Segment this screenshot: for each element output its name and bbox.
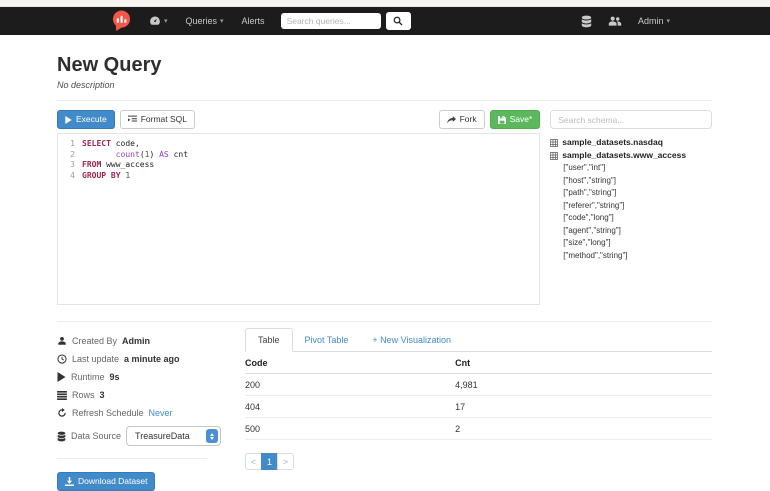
data-source-value: TreasureData (135, 431, 190, 441)
table-row: 2004,981 (245, 374, 712, 396)
download-dataset-button[interactable]: Download Dataset (57, 472, 155, 491)
results-panel: TablePivot Table+ New Visualization Code… (245, 328, 712, 491)
last-update-value: a minute ago (124, 354, 180, 364)
table-cell: 404 (245, 396, 455, 418)
editor-toolbar: Execute Format SQL (57, 110, 540, 129)
results-table: CodeCnt 2004,981404175002 (245, 352, 712, 440)
tab-new-visualization[interactable]: + New Visualization (360, 329, 463, 351)
schema-column-item[interactable]: ["agent","string"] (550, 225, 712, 238)
data-source-row: Data Source TreasureData (57, 426, 245, 446)
nav-alerts-label: Alerts (242, 16, 265, 26)
pagination-next[interactable]: > (277, 453, 294, 470)
refresh-schedule-link[interactable]: Never (149, 408, 173, 418)
execute-button[interactable]: Execute (57, 110, 115, 129)
rows-row: Rows 3 (57, 390, 245, 400)
meta-divider (57, 458, 207, 459)
created-by-value: Admin (122, 336, 150, 346)
caret-down-icon: ▾ (164, 17, 168, 25)
visualization-tabs: TablePivot Table+ New Visualization (245, 328, 712, 352)
code-line: 1SELECT code, (62, 139, 539, 150)
nav-dashboards-menu[interactable]: ▾ (149, 15, 168, 27)
table-cell: 4,981 (455, 374, 712, 396)
table-cell: 17 (455, 396, 712, 418)
data-source-select[interactable]: TreasureData (126, 426, 221, 446)
user-icon (57, 336, 67, 346)
search-button[interactable] (386, 12, 411, 30)
rows-icon (57, 391, 67, 400)
code-line: 2 count(1) AS cnt (62, 150, 539, 161)
schema-column-item[interactable]: ["code","long"] (550, 212, 712, 225)
code-line: 4GROUP BY 1 (62, 171, 539, 182)
tab-table[interactable]: Table (245, 328, 293, 352)
table-cell: 2 (455, 418, 712, 440)
table-grid-icon (550, 139, 558, 147)
schema-column-item[interactable]: ["user","int"] (550, 162, 712, 175)
last-update-row: Last update a minute ago (57, 354, 245, 364)
nav-alerts-link[interactable]: Alerts (242, 16, 265, 26)
dashboard-gauge-icon (149, 15, 161, 27)
tab-pivot-table[interactable]: Pivot Table (293, 329, 361, 351)
download-icon (65, 477, 74, 486)
schema-column-item[interactable]: ["size","long"] (550, 237, 712, 250)
pagination-page[interactable]: 1 (261, 453, 278, 470)
column-header: Code (245, 352, 455, 374)
datasources-icon[interactable] (581, 15, 592, 28)
refresh-schedule-row: Refresh Schedule Never (57, 408, 245, 418)
runtime-value: 9s (110, 372, 120, 382)
rows-value: 3 (100, 390, 105, 400)
format-sql-button[interactable]: Format SQL (120, 110, 195, 129)
indent-icon (128, 115, 137, 124)
schema-column-item[interactable]: ["method","string"] (550, 250, 712, 263)
select-stepper-icon (206, 429, 218, 443)
nav-admin-label: Admin (638, 16, 664, 26)
schema-table-item[interactable]: sample_datasets.nasdaq (550, 136, 712, 149)
schema-list: sample_datasets.nasdaqsample_datasets.ww… (550, 136, 712, 262)
page-title: New Query (57, 54, 712, 77)
schema-column-item[interactable]: ["referer","string"] (550, 200, 712, 213)
groups-users-icon[interactable] (608, 15, 622, 27)
column-header: Cnt (455, 352, 712, 374)
clock-icon (57, 354, 67, 364)
fork-arrow-icon (447, 116, 456, 124)
code-line: 3FROM www_access (62, 160, 539, 171)
table-row: 5002 (245, 418, 712, 440)
browser-chrome-strip (0, 0, 770, 7)
sql-editor[interactable]: 1SELECT code,2 count(1) AS cnt3FROM www_… (57, 133, 540, 305)
query-metadata: Created By Admin Last update a minute ag… (57, 328, 245, 491)
save-floppy-icon (498, 116, 506, 124)
nav-admin-menu[interactable]: Admin ▾ (638, 16, 670, 26)
page-description[interactable]: No description (57, 80, 712, 90)
navbar-search (281, 12, 411, 30)
table-row: 40417 (245, 396, 712, 418)
save-button[interactable]: Save* (490, 110, 541, 129)
table-grid-icon (550, 152, 558, 160)
schema-column-item[interactable]: ["path","string"] (550, 187, 712, 200)
search-queries-input[interactable] (281, 13, 381, 29)
header-divider (57, 100, 712, 101)
schema-browser: sample_datasets.nasdaqsample_datasets.ww… (550, 110, 712, 305)
pagination-prev[interactable]: < (245, 453, 262, 470)
schema-column-item[interactable]: ["host","string"] (550, 175, 712, 188)
datasource-icon (57, 431, 66, 442)
caret-down-icon: ▾ (220, 17, 224, 25)
search-icon (393, 16, 403, 26)
created-by-row: Created By Admin (57, 336, 245, 346)
caret-down-icon: ▾ (666, 17, 670, 25)
nav-queries-menu[interactable]: Queries ▾ (186, 16, 224, 26)
schema-search-input[interactable] (550, 110, 712, 129)
refresh-icon (57, 408, 67, 418)
table-cell: 500 (245, 418, 455, 440)
navbar: ▾ Queries ▾ Alerts (0, 7, 770, 35)
runtime-row: Runtime 9s (57, 372, 245, 382)
nav-queries-label: Queries (186, 16, 218, 26)
pagination: <1> (245, 453, 712, 470)
schema-table-item[interactable]: sample_datasets.www_access (550, 149, 712, 162)
runtime-play-icon (57, 372, 66, 382)
play-icon (65, 116, 72, 124)
fork-button[interactable]: Fork (439, 110, 485, 129)
table-cell: 200 (245, 374, 455, 396)
redash-logo-icon[interactable] (112, 10, 131, 32)
